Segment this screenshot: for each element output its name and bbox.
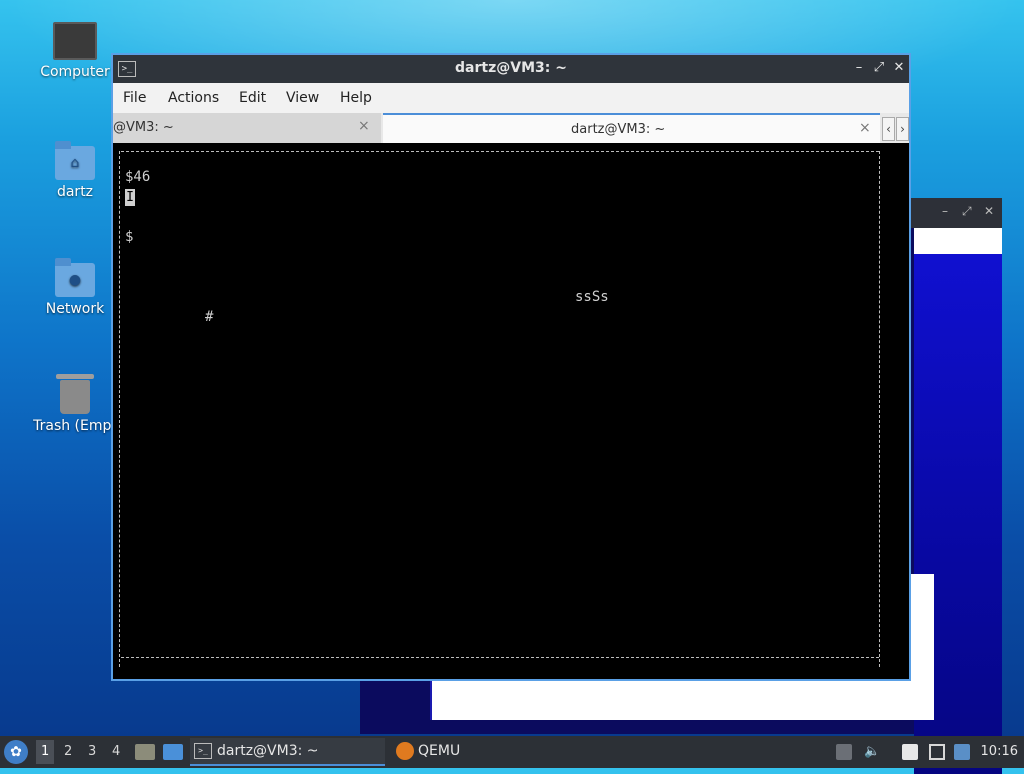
home-folder-icon: ⌂ bbox=[55, 141, 95, 180]
tab-scroll-right-icon[interactable]: › bbox=[896, 117, 909, 141]
qemu-task-icon bbox=[396, 742, 414, 760]
workspace-2[interactable]: 2 bbox=[64, 744, 72, 759]
start-menu-icon[interactable]: ✿ bbox=[4, 740, 28, 764]
game-border-top bbox=[121, 151, 879, 152]
desktop-icon-label: dartz bbox=[56, 184, 94, 200]
computer-icon bbox=[53, 22, 97, 60]
tab-close-icon[interactable]: × bbox=[358, 118, 370, 134]
close-icon[interactable]: ✕ bbox=[984, 204, 994, 218]
tab-close-icon[interactable]: × bbox=[859, 120, 871, 136]
score-text: $46 bbox=[125, 169, 151, 185]
task-label: QEMU bbox=[418, 743, 461, 759]
game-border-right bbox=[879, 151, 880, 667]
menu-file[interactable]: File bbox=[123, 90, 146, 106]
hash-item: # bbox=[205, 309, 214, 325]
desktop-icon-trash[interactable]: Trash (Empt bbox=[25, 374, 125, 434]
tab-2[interactable]: dartz@VM3: ~ × bbox=[383, 113, 880, 143]
task-label: dartz@VM3: ~ bbox=[217, 743, 319, 759]
trash-icon bbox=[56, 374, 94, 414]
desktop-icon-label: Network bbox=[45, 301, 105, 317]
menu-bar: File Actions Edit View Help bbox=[113, 83, 909, 113]
game-border-left bbox=[119, 151, 120, 667]
minimize-icon[interactable]: – bbox=[942, 204, 948, 218]
network-folder-icon: ● bbox=[55, 258, 95, 297]
menu-view[interactable]: View bbox=[286, 90, 319, 106]
clipboard-icon[interactable] bbox=[902, 744, 918, 760]
maximize-button[interactable]: ⤢ bbox=[870, 59, 888, 77]
terminal-task-icon: >_ bbox=[194, 743, 212, 759]
taskbar-task-qemu[interactable]: QEMU bbox=[392, 738, 512, 766]
file-manager-launcher-icon[interactable] bbox=[135, 744, 155, 760]
snake-body: ssSs bbox=[575, 289, 609, 305]
tab-label: @VM3: ~ bbox=[113, 120, 174, 135]
maximize-icon[interactable]: ⤢ bbox=[962, 204, 972, 219]
menu-edit[interactable]: Edit bbox=[239, 90, 266, 106]
dollar-item: $ bbox=[125, 229, 134, 245]
taskbar: ✿ 1 2 3 4 >_ dartz@VM3: ~ QEMU 🔈 10:16 bbox=[0, 736, 1024, 768]
tab-bar: @VM3: ~ × dartz@VM3: ~ × ‹ › bbox=[113, 113, 909, 144]
menu-help[interactable]: Help bbox=[340, 90, 372, 106]
workspace-3[interactable]: 3 bbox=[88, 744, 96, 759]
tab-scroll-left-icon[interactable]: ‹ bbox=[882, 117, 895, 141]
window-title: dartz@VM3: ~ bbox=[455, 60, 567, 76]
network-status-icon[interactable] bbox=[929, 744, 945, 760]
desktop-icon-label: Trash (Empt bbox=[33, 418, 117, 434]
desktop-icon-computer[interactable]: Computer bbox=[25, 22, 125, 80]
taskbar-task-terminal[interactable]: >_ dartz@VM3: ~ bbox=[190, 738, 385, 766]
desktop-icon-network[interactable]: ● Network bbox=[25, 258, 125, 317]
tab-label: dartz@VM3: ~ bbox=[571, 122, 666, 137]
desktop-icon-label: Computer bbox=[40, 64, 110, 80]
desktop-icon-home[interactable]: ⌂ dartz bbox=[25, 141, 125, 200]
menu-actions[interactable]: Actions bbox=[168, 90, 219, 106]
minimize-button[interactable]: – bbox=[850, 59, 868, 77]
text-cursor: I bbox=[125, 189, 135, 206]
close-button[interactable]: ✕ bbox=[890, 59, 908, 77]
game-border-bottom bbox=[121, 657, 879, 658]
window-titlebar[interactable]: >_ dartz@VM3: ~ – ⤢ ✕ bbox=[113, 55, 909, 83]
workspace-1[interactable]: 1 bbox=[36, 740, 55, 764]
workspace-4[interactable]: 4 bbox=[112, 744, 120, 759]
clock[interactable]: 10:16 bbox=[981, 744, 1018, 759]
update-notifier-icon[interactable] bbox=[954, 744, 970, 760]
terminal-screen[interactable]: $46 I $ ssSs # bbox=[113, 143, 909, 679]
volume-icon[interactable]: 🔈 bbox=[864, 744, 880, 760]
tab-1[interactable]: @VM3: ~ × bbox=[113, 113, 381, 143]
qemu-toolbar-area bbox=[914, 228, 1002, 254]
terminal-window[interactable]: >_ dartz@VM3: ~ – ⤢ ✕ File Actions Edit … bbox=[111, 53, 911, 681]
desktop-launcher-icon[interactable] bbox=[163, 744, 183, 760]
notification-tray-icon[interactable] bbox=[836, 744, 852, 760]
